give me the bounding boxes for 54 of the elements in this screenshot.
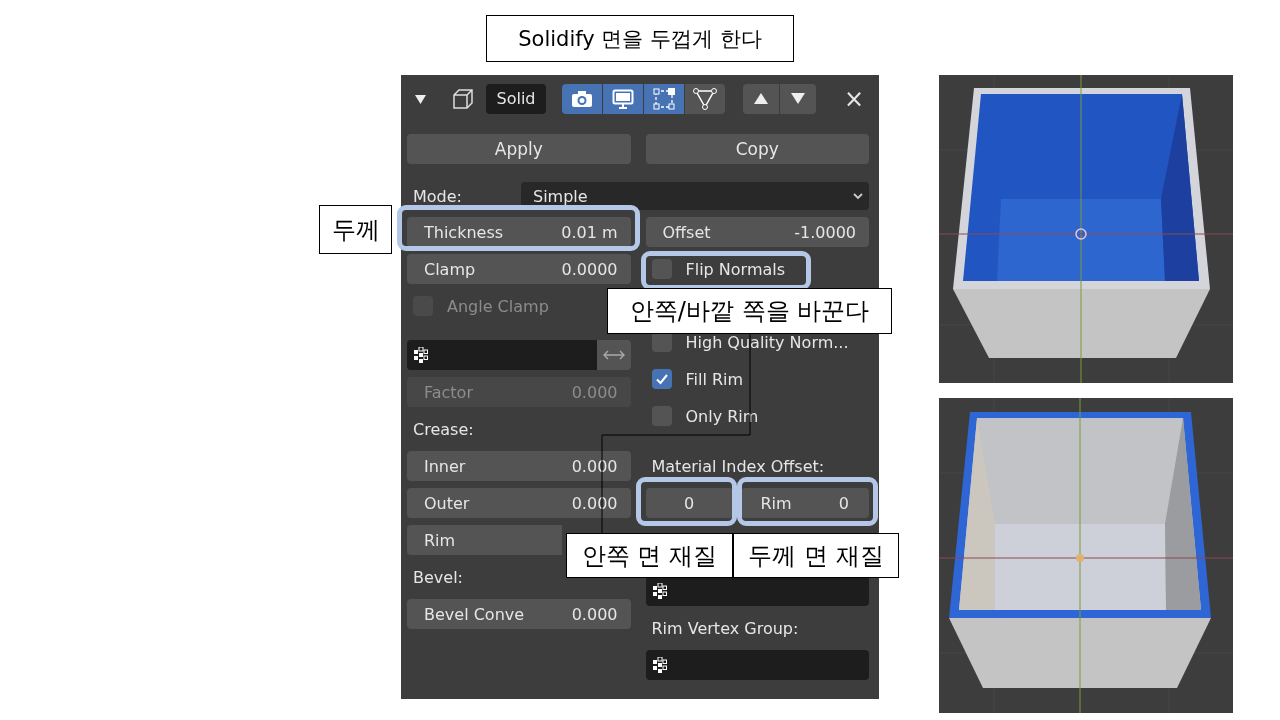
checkbox-label: Flip Normals [685,259,786,279]
checkbox-label: Only Rim [685,406,759,426]
double-arrow-icon [602,350,625,360]
vertex-group-icon [652,657,667,673]
collapse-triangle-icon[interactable] [415,93,426,104]
vertex-group-field[interactable] [645,576,869,606]
cube-icon [452,87,474,110]
checkbox-label: High Quality Norm... [685,332,849,352]
callout-label: 안쪽/바깥 쪽을 바꾼다 [607,288,892,334]
number-field[interactable]: Outer 0.000 [407,488,631,518]
number-field[interactable]: Rim [407,525,562,555]
action-button[interactable]: Apply [407,134,631,164]
triangle-nodes-icon [693,87,717,110]
number-field[interactable]: Thickness 0.01 m [407,217,631,247]
section-label: Rim Vertex Group: [651,618,799,638]
checkbox[interactable] [651,332,672,352]
mode-label: Mode: [413,186,463,206]
square-nodes-icon [653,87,675,110]
section-label: Material Index Offset: [651,456,825,476]
number-field[interactable]: 0 [645,488,733,518]
vertex-group-icon [414,347,428,363]
callout-label: 두께 면 재질 [733,533,899,578]
section-label: Crease: [413,419,474,439]
move-down-button[interactable] [780,83,816,114]
camera-icon [571,89,593,108]
number-field[interactable]: Inner 0.000 [407,451,631,481]
number-field[interactable]: Offset -1.0000 [645,217,869,247]
toggle-button[interactable] [603,83,643,114]
down-triangle-icon [791,93,805,104]
vertex-group-field[interactable] [645,650,869,680]
chevron-down-icon [853,192,863,200]
vertex-group-icon [652,583,667,599]
invert-toggle[interactable] [596,340,631,370]
toggle-button[interactable] [644,83,684,114]
mode-dropdown[interactable]: Simple [521,182,869,210]
move-up-button[interactable] [743,83,779,114]
callout-label: 안쪽 면 재질 [566,533,733,578]
checkbox[interactable] [651,369,672,389]
number-field[interactable]: Clamp 0.0000 [407,254,631,284]
checkmark-icon [654,372,669,386]
checkbox-label: Fill Rim [685,369,744,389]
slide-title: Solidify 면을 두껍게 한다 [486,15,794,62]
close-button[interactable]: × [840,86,869,111]
callout-label: 두께 [319,205,392,254]
monitor-icon [612,88,634,109]
up-triangle-icon [754,93,768,104]
action-button[interactable]: Copy [645,134,869,164]
display-button[interactable]: Solid [486,83,546,114]
checkbox-label: Angle Clamp [447,296,549,316]
toggle-button[interactable] [562,83,602,114]
toggle-button[interactable] [685,83,725,114]
number-field[interactable]: Bevel Conve 0.000 [407,599,631,629]
section-label: Bevel: [413,567,463,587]
number-field[interactable]: Rim 0 [740,488,869,518]
